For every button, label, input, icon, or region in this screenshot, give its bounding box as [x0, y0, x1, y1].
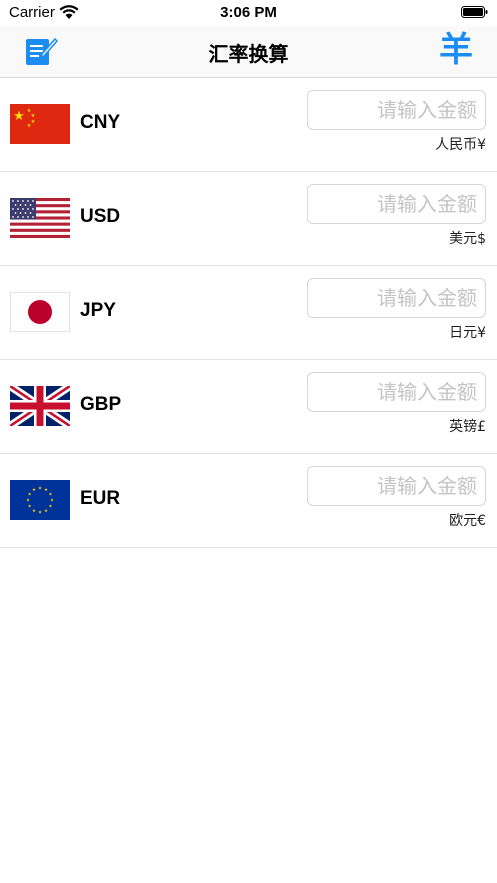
- clock: 3:06 PM: [220, 4, 277, 21]
- amount-input-usd[interactable]: [307, 184, 486, 224]
- navigation-bar: 汇率换算 羊: [0, 26, 497, 78]
- svg-text:★: ★: [28, 492, 32, 497]
- japan-flag-icon: [10, 292, 70, 332]
- amount-input-gbp[interactable]: [307, 372, 486, 412]
- svg-text:★: ★: [48, 492, 52, 497]
- currency-code: CNY: [80, 112, 121, 133]
- svg-text:★: ★: [27, 123, 32, 129]
- currency-row-cny: ★ ★ ★ ★ ★ CNY 人民币¥: [0, 78, 497, 172]
- svg-text:★: ★: [13, 108, 25, 123]
- currency-switch-button[interactable]: 羊: [439, 31, 473, 69]
- currency-row-usd: USD 美元$: [0, 172, 497, 266]
- currency-row-jpy: JPY 日元¥: [0, 266, 497, 360]
- svg-text:★: ★: [28, 504, 32, 509]
- svg-text:★: ★: [26, 498, 30, 503]
- svg-text:★: ★: [50, 498, 54, 503]
- usa-flag-icon: [10, 198, 70, 238]
- battery-icon: [461, 6, 488, 18]
- page-title: 汇率换算: [208, 44, 289, 66]
- uk-flag-icon: [10, 386, 70, 426]
- currency-name: 日元¥: [449, 325, 486, 341]
- currency-code: USD: [80, 206, 121, 227]
- currency-name: 美元$: [449, 231, 486, 247]
- currency-code: EUR: [80, 488, 121, 509]
- currency-name: 欧元€: [449, 513, 486, 529]
- eu-flag-icon: ★ ★ ★ ★ ★ ★ ★ ★ ★ ★ ★ ★: [10, 480, 70, 520]
- currency-name: 英镑£: [449, 419, 486, 435]
- currency-row-eur: ★ ★ ★ ★ ★ ★ ★ ★ ★ ★ ★ ★ EUR 欧元€: [0, 454, 497, 548]
- svg-text:★: ★: [38, 510, 42, 515]
- currency-row-gbp: GBP 英镑£: [0, 360, 497, 454]
- currency-name: 人民币¥: [435, 137, 486, 153]
- svg-text:★: ★: [48, 504, 52, 509]
- currency-list: ★ ★ ★ ★ ★ CNY 人民币¥: [0, 78, 497, 548]
- currency-code: GBP: [80, 394, 122, 415]
- currency-code: JPY: [80, 300, 116, 321]
- amount-input-cny[interactable]: [307, 90, 486, 130]
- china-flag-icon: ★ ★ ★ ★ ★: [10, 104, 70, 144]
- svg-text:★: ★: [32, 487, 36, 492]
- svg-text:★: ★: [31, 119, 36, 125]
- status-bar: Carrier 3:06 PM: [0, 0, 497, 26]
- svg-text:★: ★: [44, 508, 48, 513]
- svg-text:★: ★: [38, 486, 42, 491]
- amount-input-eur[interactable]: [307, 466, 486, 506]
- svg-text:★: ★: [32, 508, 36, 513]
- amount-input-jpy[interactable]: [307, 278, 486, 318]
